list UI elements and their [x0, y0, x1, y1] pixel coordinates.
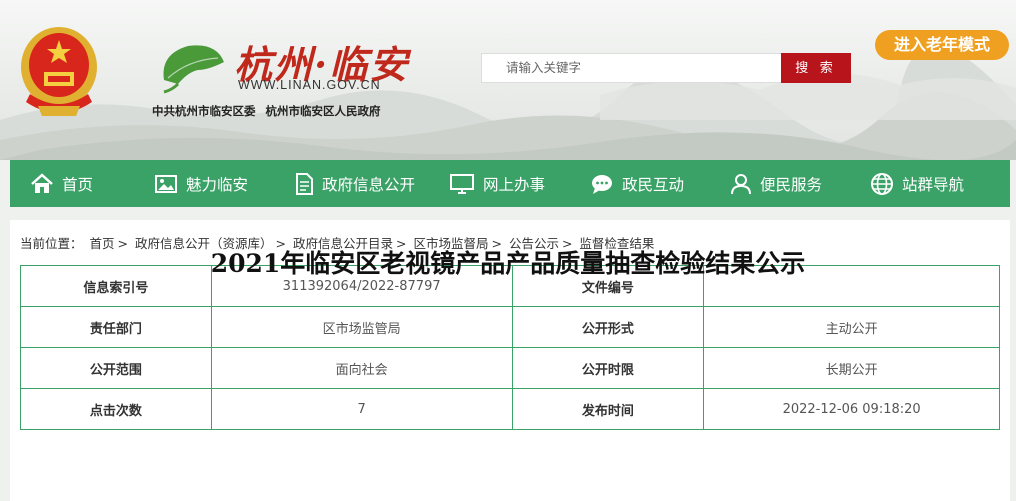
- nav-label: 站群导航: [902, 175, 965, 194]
- document-title: 2021年临安区老视镜产品产品质量抽查检验结果公示: [210, 249, 806, 278]
- site-logo-url: WWW.LINAN.GOV.CN: [238, 78, 381, 92]
- sub-org-government: 杭州市临安区人民政府: [265, 104, 381, 118]
- nav-label: 魅力临安: [186, 175, 249, 194]
- nav-item-site-nav[interactable]: 站群导航: [870, 160, 964, 207]
- main-nav: 首页 魅力临安 政府信息公开 网上办事 政民互动 便民服务 站群导航: [10, 160, 1010, 207]
- nav-label: 首页: [62, 175, 94, 194]
- info-key: 发布时间: [511, 388, 705, 430]
- site-header: 杭州·临安 WWW.LINAN.GOV.CN 中共杭州市临安区委 杭州市临安区人…: [0, 0, 1016, 160]
- info-value: 2022-12-06 09:18:20: [703, 388, 1000, 430]
- nav-item-gov-info[interactable]: 政府信息公开: [294, 160, 415, 207]
- nav-item-home[interactable]: 首页: [30, 160, 93, 207]
- nav-item-charm-linan[interactable]: 魅力临安: [154, 160, 248, 207]
- national-emblem-icon: [21, 27, 97, 116]
- nav-label: 政府信息公开: [322, 175, 416, 194]
- search-input[interactable]: 请输入关键字: [481, 53, 781, 83]
- info-key: 责任部门: [20, 306, 212, 348]
- user-icon: [731, 173, 751, 194]
- monitor-icon: [450, 173, 474, 194]
- nav-item-interaction[interactable]: 政民互动: [590, 160, 684, 207]
- info-value: 7: [210, 388, 513, 430]
- info-value: 主动公开: [703, 306, 1000, 348]
- nav-item-online-service[interactable]: 网上办事: [449, 160, 545, 207]
- home-icon: [31, 172, 53, 193]
- nav-label: 网上办事: [483, 175, 546, 194]
- document-icon: [296, 172, 313, 195]
- site-sub-orgs: 中共杭州市临安区委 杭州市临安区人民政府: [152, 103, 387, 119]
- globe-icon: [871, 172, 893, 195]
- info-value: 面向社会: [210, 347, 513, 389]
- info-table: 信息索引号 311392064/2022-87797 文件编号 责任部门 区市场…: [20, 265, 1000, 430]
- nav-item-convenience[interactable]: 便民服务: [730, 160, 822, 207]
- table-row: 公开范围 面向社会 公开时限 长期公开: [20, 347, 1000, 389]
- elder-mode-button[interactable]: 进入老年模式: [875, 30, 1009, 60]
- info-key: 公开时限: [511, 347, 705, 389]
- info-key: 公开范围: [20, 347, 212, 389]
- info-value: 长期公开: [703, 347, 1000, 389]
- info-key: 点击次数: [20, 388, 212, 430]
- info-value: 区市场监管局: [210, 306, 513, 348]
- table-row: 责任部门 区市场监管局 公开形式 主动公开: [20, 306, 1000, 348]
- nav-label: 政民互动: [622, 175, 685, 194]
- ginkgo-leaf-logo-icon: [163, 45, 224, 94]
- search-button[interactable]: 搜 索: [781, 53, 851, 83]
- info-key: 公开形式: [511, 306, 705, 348]
- table-row: 点击次数 7 发布时间 2022-12-06 09:18:20: [20, 388, 1000, 430]
- chat-icon: [592, 174, 612, 194]
- nav-label: 便民服务: [760, 175, 823, 194]
- picture-icon: [155, 174, 177, 193]
- sub-org-party: 中共杭州市临安区委: [152, 104, 256, 118]
